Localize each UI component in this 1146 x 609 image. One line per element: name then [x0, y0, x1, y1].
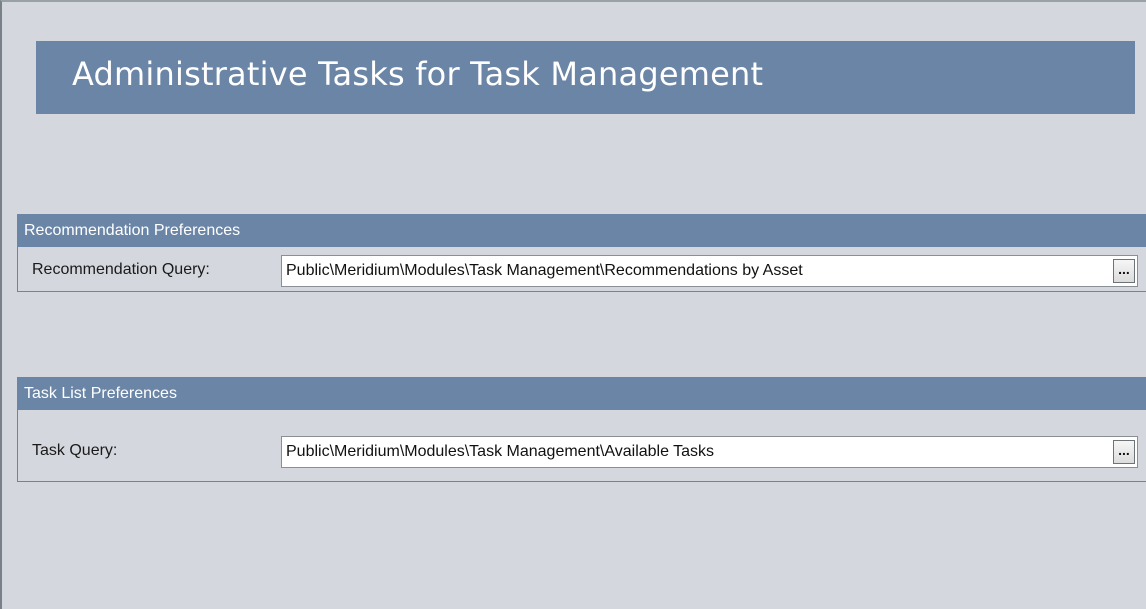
recommendation-preferences-group: Recommendation Preferences Recommendatio…	[17, 214, 1146, 292]
admin-panel: Administrative Tasks for Task Management…	[0, 0, 1146, 609]
recommendation-preferences-header: Recommendation Preferences	[18, 215, 1146, 247]
page-title: Administrative Tasks for Task Management	[72, 55, 764, 93]
task-query-label: Task Query:	[32, 442, 118, 459]
task-query-browse-button[interactable]: ...	[1113, 440, 1135, 464]
recommendation-query-label: Recommendation Query:	[32, 261, 210, 278]
task-query-row: Task Query: Public\Meridium\Modules\Task…	[18, 436, 1146, 468]
task-list-preferences-header: Task List Preferences	[18, 378, 1146, 410]
task-query-field[interactable]: Public\Meridium\Modules\Task Management\…	[281, 436, 1138, 468]
recommendation-query-browse-button[interactable]: ...	[1113, 259, 1135, 283]
task-query-value: Public\Meridium\Modules\Task Management\…	[286, 443, 715, 460]
page-title-bar: Administrative Tasks for Task Management	[36, 41, 1135, 114]
recommendation-query-field[interactable]: Public\Meridium\Modules\Task Management\…	[281, 255, 1138, 287]
recommendation-query-value: Public\Meridium\Modules\Task Management\…	[286, 262, 803, 279]
task-list-preferences-group: Task List Preferences Task Query: Public…	[17, 377, 1146, 482]
recommendation-query-row: Recommendation Query: Public\Meridium\Mo…	[18, 255, 1146, 287]
